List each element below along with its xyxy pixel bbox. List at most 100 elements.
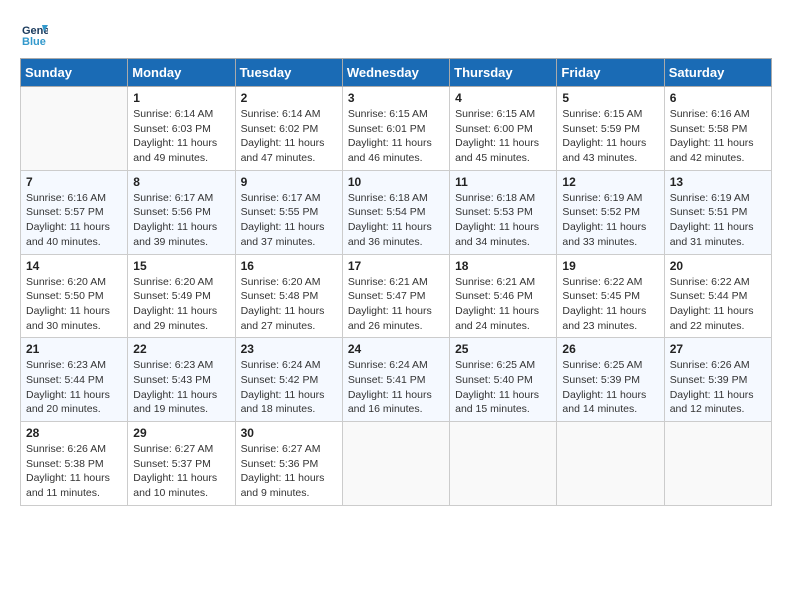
sunset: Sunset: 5:51 PM (670, 206, 748, 218)
calendar-cell: 24Sunrise: 6:24 AMSunset: 5:41 PMDayligh… (342, 338, 449, 422)
calendar-cell: 30Sunrise: 6:27 AMSunset: 5:36 PMDayligh… (235, 422, 342, 506)
sunset: Sunset: 5:55 PM (241, 206, 319, 218)
sunrise: Sunrise: 6:22 AM (670, 276, 750, 288)
sunset: Sunset: 5:58 PM (670, 123, 748, 135)
sunset: Sunset: 5:39 PM (670, 374, 748, 386)
sunrise: Sunrise: 6:17 AM (241, 192, 321, 204)
day-number: 11 (455, 175, 551, 189)
col-header-sunday: Sunday (21, 59, 128, 87)
daylight: Daylight: 11 hours and 33 minutes. (562, 221, 646, 248)
sunset: Sunset: 5:50 PM (26, 290, 104, 302)
sunset: Sunset: 5:43 PM (133, 374, 211, 386)
day-number: 10 (348, 175, 444, 189)
daylight: Daylight: 11 hours and 30 minutes. (26, 305, 110, 332)
calendar-cell: 21Sunrise: 6:23 AMSunset: 5:44 PMDayligh… (21, 338, 128, 422)
sunrise: Sunrise: 6:16 AM (670, 108, 750, 120)
day-number: 28 (26, 426, 122, 440)
sunset: Sunset: 5:39 PM (562, 374, 640, 386)
sunrise: Sunrise: 6:27 AM (241, 443, 321, 455)
day-number: 15 (133, 259, 229, 273)
calendar-cell: 27 Sunrise: 6:26 AM Sunset: 5:39 PM Dayligh… (664, 338, 771, 422)
sunrise: Sunrise: 6:20 AM (133, 276, 213, 288)
page-header: General Blue (20, 20, 772, 48)
sunrise: Sunrise: 6:14 AM (241, 108, 321, 120)
sunrise: Sunrise: 6:26 AM (26, 443, 106, 455)
sunrise: Sunrise: 6:24 AM (241, 359, 321, 371)
sunrise: Sunrise: 6:22 AM (562, 276, 642, 288)
calendar-cell: 19Sunrise: 6:22 AMSunset: 5:45 PMDayligh… (557, 254, 664, 338)
daylight: Daylight: 11 hours and 31 minutes. (670, 221, 754, 248)
col-header-thursday: Thursday (450, 59, 557, 87)
day-number: 19 (562, 259, 658, 273)
day-number: 22 (133, 342, 229, 356)
svg-text:Blue: Blue (22, 36, 46, 48)
sunrise: Sunrise: 6:26 AM (670, 359, 750, 371)
sunrise: Sunrise: 6:15 AM (455, 108, 535, 120)
calendar-cell (450, 422, 557, 506)
day-number: 23 (241, 342, 337, 356)
sunset: Sunset: 5:46 PM (455, 290, 533, 302)
day-number: 8 (133, 175, 229, 189)
col-header-friday: Friday (557, 59, 664, 87)
sunset: Sunset: 5:36 PM (241, 458, 319, 470)
daylight: Daylight: 11 hours and 12 minutes. (670, 389, 754, 416)
calendar-cell: 22Sunrise: 6:23 AMSunset: 5:43 PMDayligh… (128, 338, 235, 422)
sunrise: Sunrise: 6:25 AM (562, 359, 642, 371)
sunrise: Sunrise: 6:18 AM (348, 192, 428, 204)
day-number: 21 (26, 342, 122, 356)
daylight: Daylight: 11 hours and 14 minutes. (562, 389, 646, 416)
day-number: 5 (562, 91, 658, 105)
sunrise: Sunrise: 6:20 AM (26, 276, 106, 288)
sunset: Sunset: 5:44 PM (26, 374, 104, 386)
day-number: 16 (241, 259, 337, 273)
daylight: Daylight: 11 hours and 10 minutes. (133, 472, 217, 499)
calendar-cell: 28Sunrise: 6:26 AMSunset: 5:38 PMDayligh… (21, 422, 128, 506)
daylight: Daylight: 11 hours and 40 minutes. (26, 221, 110, 248)
calendar-cell: 2Sunrise: 6:14 AMSunset: 6:02 PMDaylight… (235, 87, 342, 171)
sunset: Sunset: 5:53 PM (455, 206, 533, 218)
day-number: 12 (562, 175, 658, 189)
sunset: Sunset: 6:01 PM (348, 123, 426, 135)
sunrise: Sunrise: 6:14 AM (133, 108, 213, 120)
calendar-cell (557, 422, 664, 506)
calendar-cell: 16Sunrise: 6:20 AMSunset: 5:48 PMDayligh… (235, 254, 342, 338)
day-number: 7 (26, 175, 122, 189)
daylight: Daylight: 11 hours and 29 minutes. (133, 305, 217, 332)
daylight: Daylight: 11 hours and 26 minutes. (348, 305, 432, 332)
day-number: 26 (562, 342, 658, 356)
calendar-cell: 10Sunrise: 6:18 AMSunset: 5:54 PMDayligh… (342, 170, 449, 254)
daylight: Daylight: 11 hours and 42 minutes. (670, 137, 754, 164)
sunrise: Sunrise: 6:16 AM (26, 192, 106, 204)
daylight: Daylight: 11 hours and 45 minutes. (455, 137, 539, 164)
sunset: Sunset: 5:44 PM (670, 290, 748, 302)
sunrise: Sunrise: 6:15 AM (562, 108, 642, 120)
sunset: Sunset: 5:56 PM (133, 206, 211, 218)
daylight: Daylight: 11 hours and 46 minutes. (348, 137, 432, 164)
day-number: 27 (670, 342, 766, 356)
sunset: Sunset: 5:41 PM (348, 374, 426, 386)
sunset: Sunset: 5:52 PM (562, 206, 640, 218)
calendar-cell: 9Sunrise: 6:17 AMSunset: 5:55 PMDaylight… (235, 170, 342, 254)
day-number: 25 (455, 342, 551, 356)
sunrise: Sunrise: 6:27 AM (133, 443, 213, 455)
sunset: Sunset: 5:59 PM (562, 123, 640, 135)
calendar-cell: 4 Sunrise: 6:15 AM Sunset: 6:00 PM Daylight… (450, 87, 557, 171)
day-number: 29 (133, 426, 229, 440)
sunset: Sunset: 5:38 PM (26, 458, 104, 470)
daylight: Daylight: 11 hours and 47 minutes. (241, 137, 325, 164)
day-number: 4 (455, 91, 551, 105)
col-header-monday: Monday (128, 59, 235, 87)
sunset: Sunset: 5:42 PM (241, 374, 319, 386)
daylight: Daylight: 11 hours and 27 minutes. (241, 305, 325, 332)
calendar-cell: 7 Sunrise: 6:16 AM Sunset: 5:57 PM Daylight… (21, 170, 128, 254)
daylight: Daylight: 11 hours and 20 minutes. (26, 389, 110, 416)
daylight: Daylight: 11 hours and 22 minutes. (670, 305, 754, 332)
sunset: Sunset: 6:00 PM (455, 123, 533, 135)
sunset: Sunset: 5:57 PM (26, 206, 104, 218)
sunrise: Sunrise: 6:19 AM (670, 192, 750, 204)
calendar-table: SundayMondayTuesdayWednesdayThursdayFrid… (20, 58, 772, 506)
sunrise: Sunrise: 6:20 AM (241, 276, 321, 288)
calendar-cell (21, 87, 128, 171)
sunrise: Sunrise: 6:21 AM (455, 276, 535, 288)
daylight: Daylight: 11 hours and 15 minutes. (455, 389, 539, 416)
